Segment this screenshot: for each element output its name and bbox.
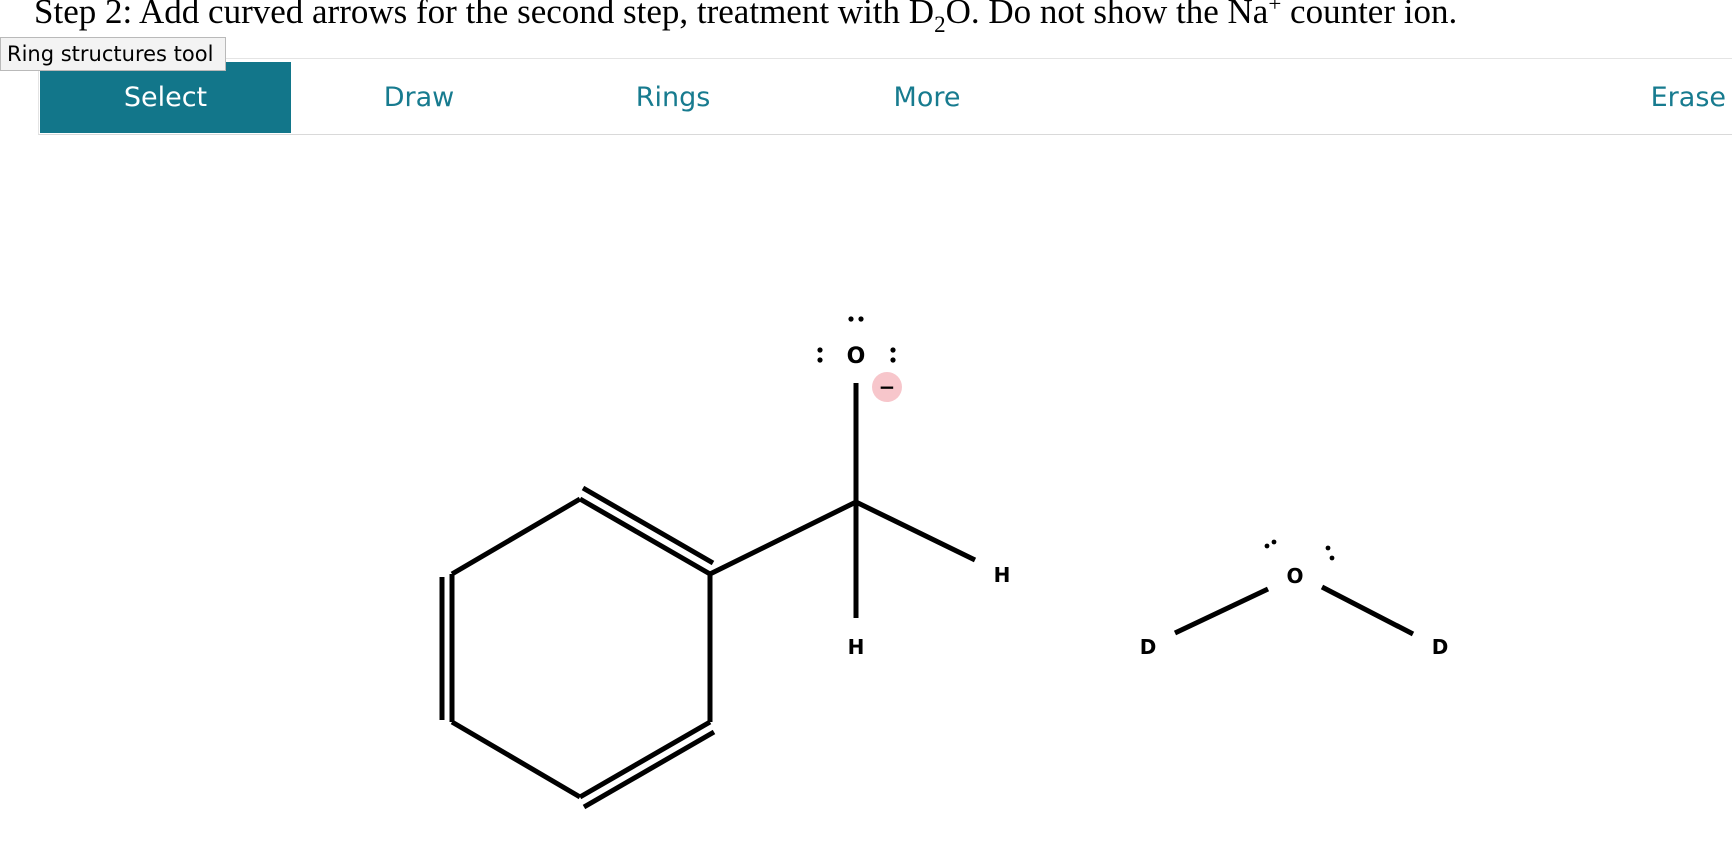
ring-bond[interactable]	[450, 719, 582, 800]
alkoxide-oxygen-label[interactable]: O	[847, 344, 866, 369]
c-h-bond[interactable]	[854, 499, 977, 563]
c-c-bond[interactable]	[708, 499, 858, 577]
o-d-bond[interactable]	[1320, 584, 1415, 637]
negative-charge-label: −	[879, 375, 896, 399]
deuterium-label[interactable]: D	[1140, 635, 1157, 659]
ring-double-bond[interactable]	[582, 729, 716, 810]
o-d-bond[interactable]	[1173, 586, 1270, 636]
ring-bond[interactable]	[578, 719, 712, 800]
ring-bond[interactable]	[450, 496, 582, 577]
water-oxygen-label[interactable]: O	[1286, 564, 1303, 588]
ring-double-bond[interactable]	[581, 485, 715, 566]
ring-bond[interactable]	[578, 496, 712, 577]
hydrogen-label[interactable]: H	[848, 635, 865, 659]
hydrogen-label[interactable]: H	[994, 563, 1011, 587]
deuterium-label[interactable]: D	[1432, 635, 1449, 659]
molecule-bonds[interactable]	[439, 383, 1415, 810]
water-lone-pair-dots	[1264, 539, 1335, 561]
drawing-canvas[interactable]: O − H H O D D	[0, 0, 1732, 846]
